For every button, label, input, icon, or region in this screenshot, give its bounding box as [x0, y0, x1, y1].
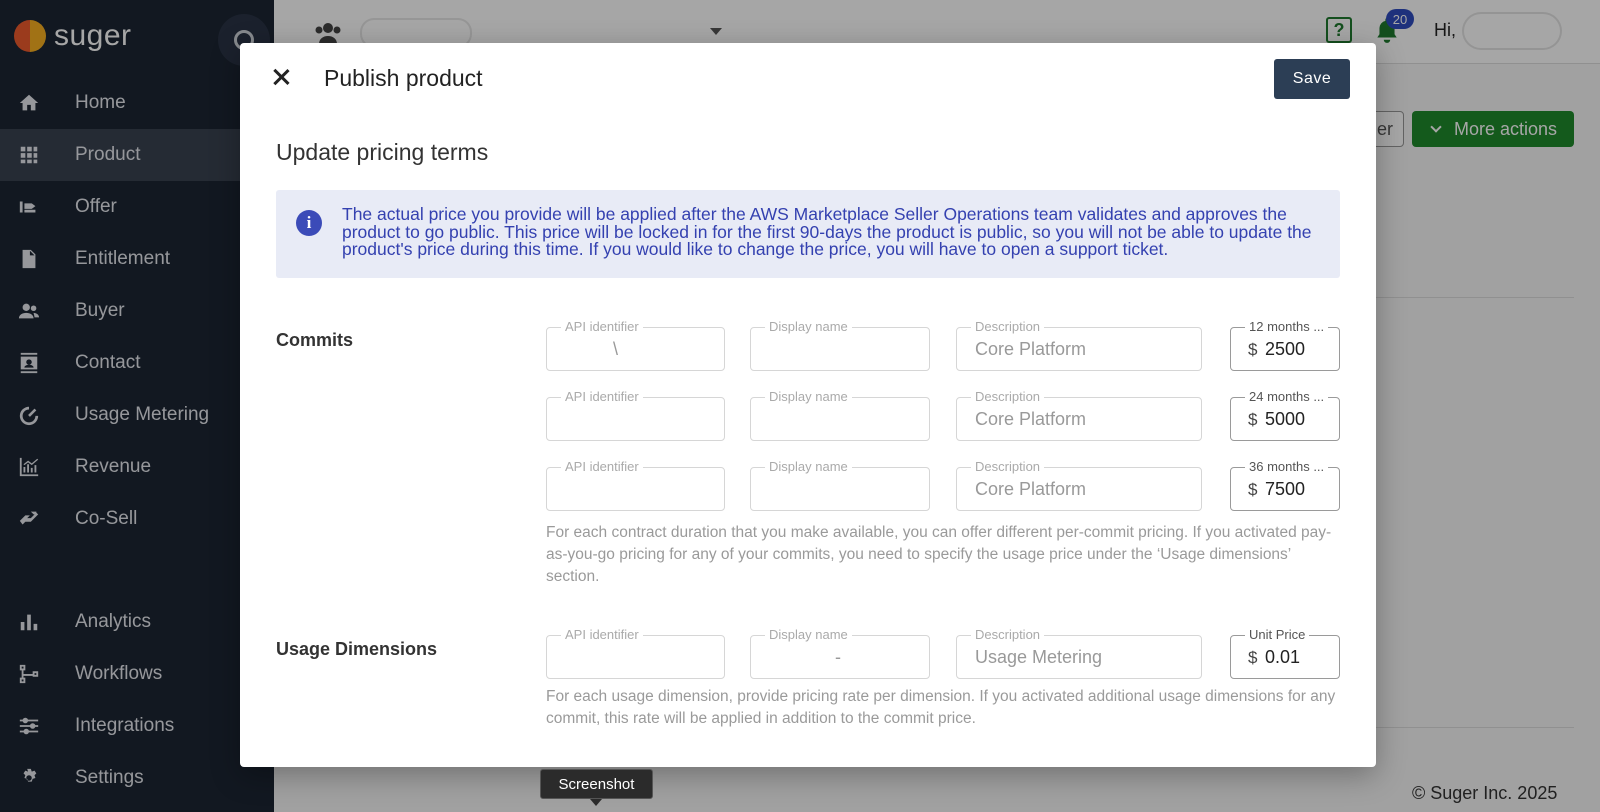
description-field[interactable]: Description Usage Metering	[956, 627, 1202, 679]
price-value: 5000	[1265, 409, 1306, 429]
unit-price-field[interactable]: Unit Price $ 0.01	[1230, 627, 1340, 679]
field-label: API identifier	[561, 459, 643, 475]
api-identifier-field[interactable]: API identifier	[546, 389, 725, 441]
price-field-12-months[interactable]: 12 months ... $ 2500	[1230, 319, 1340, 371]
usage-helper-text: For each usage dimension, provide pricin…	[546, 688, 1336, 727]
field-value: -	[835, 647, 841, 667]
info-icon: i	[296, 210, 322, 236]
description-field[interactable]: Description Core Platform	[956, 319, 1202, 371]
field-label: Description	[971, 459, 1045, 475]
api-identifier-field[interactable]: API identifier	[546, 627, 725, 679]
field-label: API identifier	[561, 389, 643, 405]
field-label: Description	[971, 627, 1045, 643]
currency-symbol: $	[1248, 340, 1258, 359]
field-label: API identifier	[561, 627, 643, 643]
field-value: Core Platform	[975, 409, 1087, 429]
field-label: Description	[971, 389, 1045, 405]
field-label: 24 months ...	[1245, 389, 1329, 405]
field-label: Display name	[765, 627, 852, 643]
api-identifier-field[interactable]: API identifier \	[546, 319, 725, 371]
field-label: Display name	[765, 459, 852, 475]
field-label: Description	[971, 319, 1045, 335]
field-label: Unit Price	[1245, 627, 1310, 643]
commits-label: Commits	[276, 330, 354, 350]
price-value: 0.01	[1265, 647, 1301, 667]
field-label: API identifier	[561, 319, 643, 335]
price-field-24-months[interactable]: 24 months ... $ 5000	[1230, 389, 1340, 441]
field-label: 36 months ...	[1245, 459, 1329, 475]
usage-dimensions-label: Usage Dimensions	[276, 639, 438, 659]
price-value: 7500	[1265, 479, 1306, 499]
field-value: Core Platform	[975, 339, 1087, 359]
info-alert-text: The actual price you provide will be app…	[342, 204, 1312, 259]
display-name-field[interactable]: Display name	[750, 319, 930, 371]
commits-helper-text: For each contract duration that you make…	[546, 524, 1332, 585]
api-identifier-field[interactable]: API identifier	[546, 459, 725, 511]
close-icon[interactable]	[268, 65, 294, 91]
section-title: Update pricing terms	[276, 139, 489, 165]
dialog-title: Publish product	[324, 65, 483, 91]
save-button[interactable]: Save	[1274, 59, 1350, 99]
currency-symbol: $	[1248, 648, 1258, 667]
field-value: \	[613, 339, 619, 359]
tooltip-arrow	[590, 799, 602, 806]
field-value: Usage Metering	[975, 647, 1103, 667]
display-name-field[interactable]: Display name	[750, 389, 930, 441]
description-field[interactable]: Description Core Platform	[956, 389, 1202, 441]
field-label: 12 months ...	[1245, 319, 1329, 335]
publish-product-dialog: Publish product Save Update pricing term…	[240, 43, 1376, 767]
price-field-36-months[interactable]: 36 months ... $ 7500	[1230, 459, 1340, 511]
display-name-field[interactable]: Display name -	[750, 627, 930, 679]
description-field[interactable]: Description Core Platform	[956, 459, 1202, 511]
currency-symbol: $	[1248, 410, 1258, 429]
info-alert: i The actual price you provide will be a…	[276, 190, 1340, 278]
display-name-field[interactable]: Display name	[750, 459, 930, 511]
screenshot-tooltip: Screenshot	[540, 769, 653, 799]
field-label: Display name	[765, 319, 852, 335]
field-value: Core Platform	[975, 479, 1087, 499]
currency-symbol: $	[1248, 480, 1258, 499]
price-value: 2500	[1265, 339, 1306, 359]
field-label: Display name	[765, 389, 852, 405]
